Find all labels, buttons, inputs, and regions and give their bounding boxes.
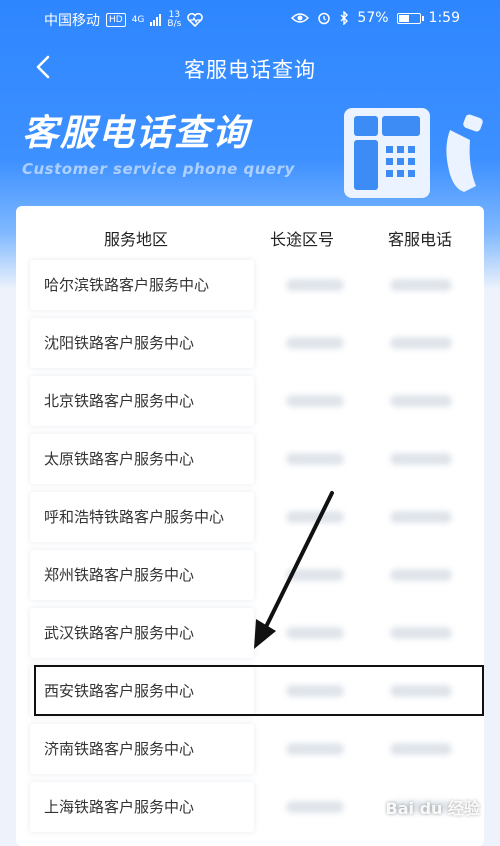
table-row[interactable]: 太原铁路客户服务中心 [30,434,468,484]
arrow-annotation-icon [254,491,334,649]
blurred-phone [390,511,452,523]
blurred-area-code [286,279,344,291]
bluetooth-icon [340,11,349,25]
alarm-icon [318,12,331,25]
region-cell: 沈阳铁路客户服务中心 [30,318,254,368]
eye-icon [291,13,310,23]
table-header: 服务地区 长途区号 客服电话 [16,206,484,264]
nav-bar: 客服电话查询 [0,40,500,94]
network-speed: 13 B/s [167,10,182,29]
region-cell: 郑州铁路客户服务中心 [30,550,254,600]
blurred-phone [390,627,452,639]
highlight-box [34,665,484,716]
signal-icon [150,14,162,26]
blurred-phone [390,337,452,349]
blurred-area-code [286,337,344,349]
blurred-phone [390,453,452,465]
blurred-phone [390,569,452,581]
network-type: 4G [131,15,145,25]
table-row[interactable]: 济南铁路客户服务中心 [30,724,468,774]
baidu-watermark: Bai du 经验 [385,799,480,818]
region-cell: 上海铁路客户服务中心 [30,782,254,832]
column-header-region: 服务地区 [104,230,169,249]
region-cell: 北京铁路客户服务中心 [30,376,254,426]
page-title: 客服电话查询 [184,58,316,82]
blurred-phone [390,395,452,407]
blurred-area-code [286,743,344,755]
blurred-area-code [286,453,344,465]
blurred-area-code [286,395,344,407]
table-row[interactable]: 哈尔滨铁路客户服务中心 [30,260,468,310]
banner-title: 客服电话查询 [22,113,251,154]
heart-health-icon [187,13,204,27]
column-header-area-code: 长途区号 [270,230,335,249]
telephone-illustration-icon [344,108,483,198]
region-cell: 武汉铁路客户服务中心 [30,608,254,658]
carrier-name: 中国移动 [44,13,100,29]
table-row[interactable]: 沈阳铁路客户服务中心 [30,318,468,368]
hd-badge: HD [106,13,126,27]
blurred-area-code [286,801,344,813]
region-cell: 济南铁路客户服务中心 [30,724,254,774]
region-cell: 哈尔滨铁路客户服务中心 [30,260,254,310]
blurred-phone [390,743,452,755]
battery-icon [396,12,424,24]
region-cell: 太原铁路客户服务中心 [30,434,254,484]
status-bar: 中国移动 HD 4G 13 B/s 57% 1:59 [0,0,500,36]
column-header-phone: 客服电话 [388,230,453,249]
clock-time: 1:59 [428,10,460,26]
blurred-phone [390,279,452,291]
region-cell: 呼和浩特铁路客户服务中心 [30,492,254,542]
banner-subtitle: Customer service phone query [22,160,295,178]
table-row[interactable]: 北京铁路客户服务中心 [30,376,468,426]
battery-percent: 57% [357,10,389,26]
